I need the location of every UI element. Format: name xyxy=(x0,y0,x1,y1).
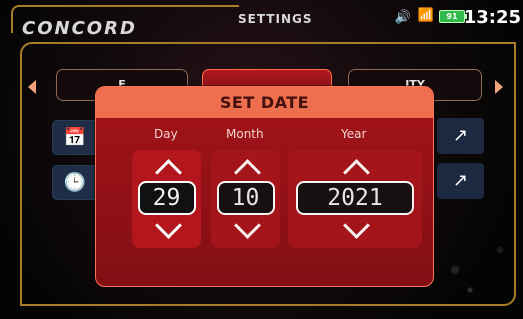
battery-indicator: 91 xyxy=(439,10,467,23)
date-setting-card[interactable]: 📅 xyxy=(52,120,98,155)
month-decrease-button[interactable] xyxy=(235,222,257,238)
settings-screen: CONCORD SETTINGS 🔊 📶 91 13:25 F ITY 📅 🕒 … xyxy=(0,0,523,319)
external-link-icon: ↗ xyxy=(452,125,469,146)
year-value: 2021 xyxy=(296,181,414,215)
calendar-icon: 📅 xyxy=(63,127,87,148)
month-label: Month xyxy=(226,127,264,141)
time-open-button[interactable]: ↗ xyxy=(437,163,484,199)
year-label: Year xyxy=(341,127,367,141)
page-title: SETTINGS xyxy=(238,12,313,26)
year-picker[interactable]: 2021 xyxy=(288,150,422,248)
wifi-icon: 📶 xyxy=(417,8,434,23)
month-value: 10 xyxy=(216,181,275,215)
clock-icon: 🕒 xyxy=(63,172,87,193)
year-decrease-button[interactable] xyxy=(344,222,366,238)
day-label: Day xyxy=(154,127,178,141)
time-setting-card[interactable]: 🕒 xyxy=(52,165,98,200)
modal-title: SET DATE xyxy=(96,87,433,118)
chevron-left-icon[interactable] xyxy=(28,80,36,94)
year-increase-button[interactable] xyxy=(344,159,366,175)
chevron-right-icon[interactable] xyxy=(495,80,503,94)
day-picker[interactable]: 29 xyxy=(132,150,201,248)
day-decrease-button[interactable] xyxy=(156,222,178,238)
set-date-modal: SET DATE Day Month Year 29 10 2021 xyxy=(95,86,434,287)
day-increase-button[interactable] xyxy=(156,159,178,175)
volume-icon: 🔊 xyxy=(394,10,411,25)
external-link-icon: ↗ xyxy=(452,170,469,191)
month-picker[interactable]: 10 xyxy=(211,150,280,248)
date-open-button[interactable]: ↗ xyxy=(437,118,484,154)
brand-logo: CONCORD xyxy=(22,18,137,39)
day-value: 29 xyxy=(137,181,196,215)
clock-time: 13:25 xyxy=(463,7,521,28)
month-increase-button[interactable] xyxy=(235,159,257,175)
